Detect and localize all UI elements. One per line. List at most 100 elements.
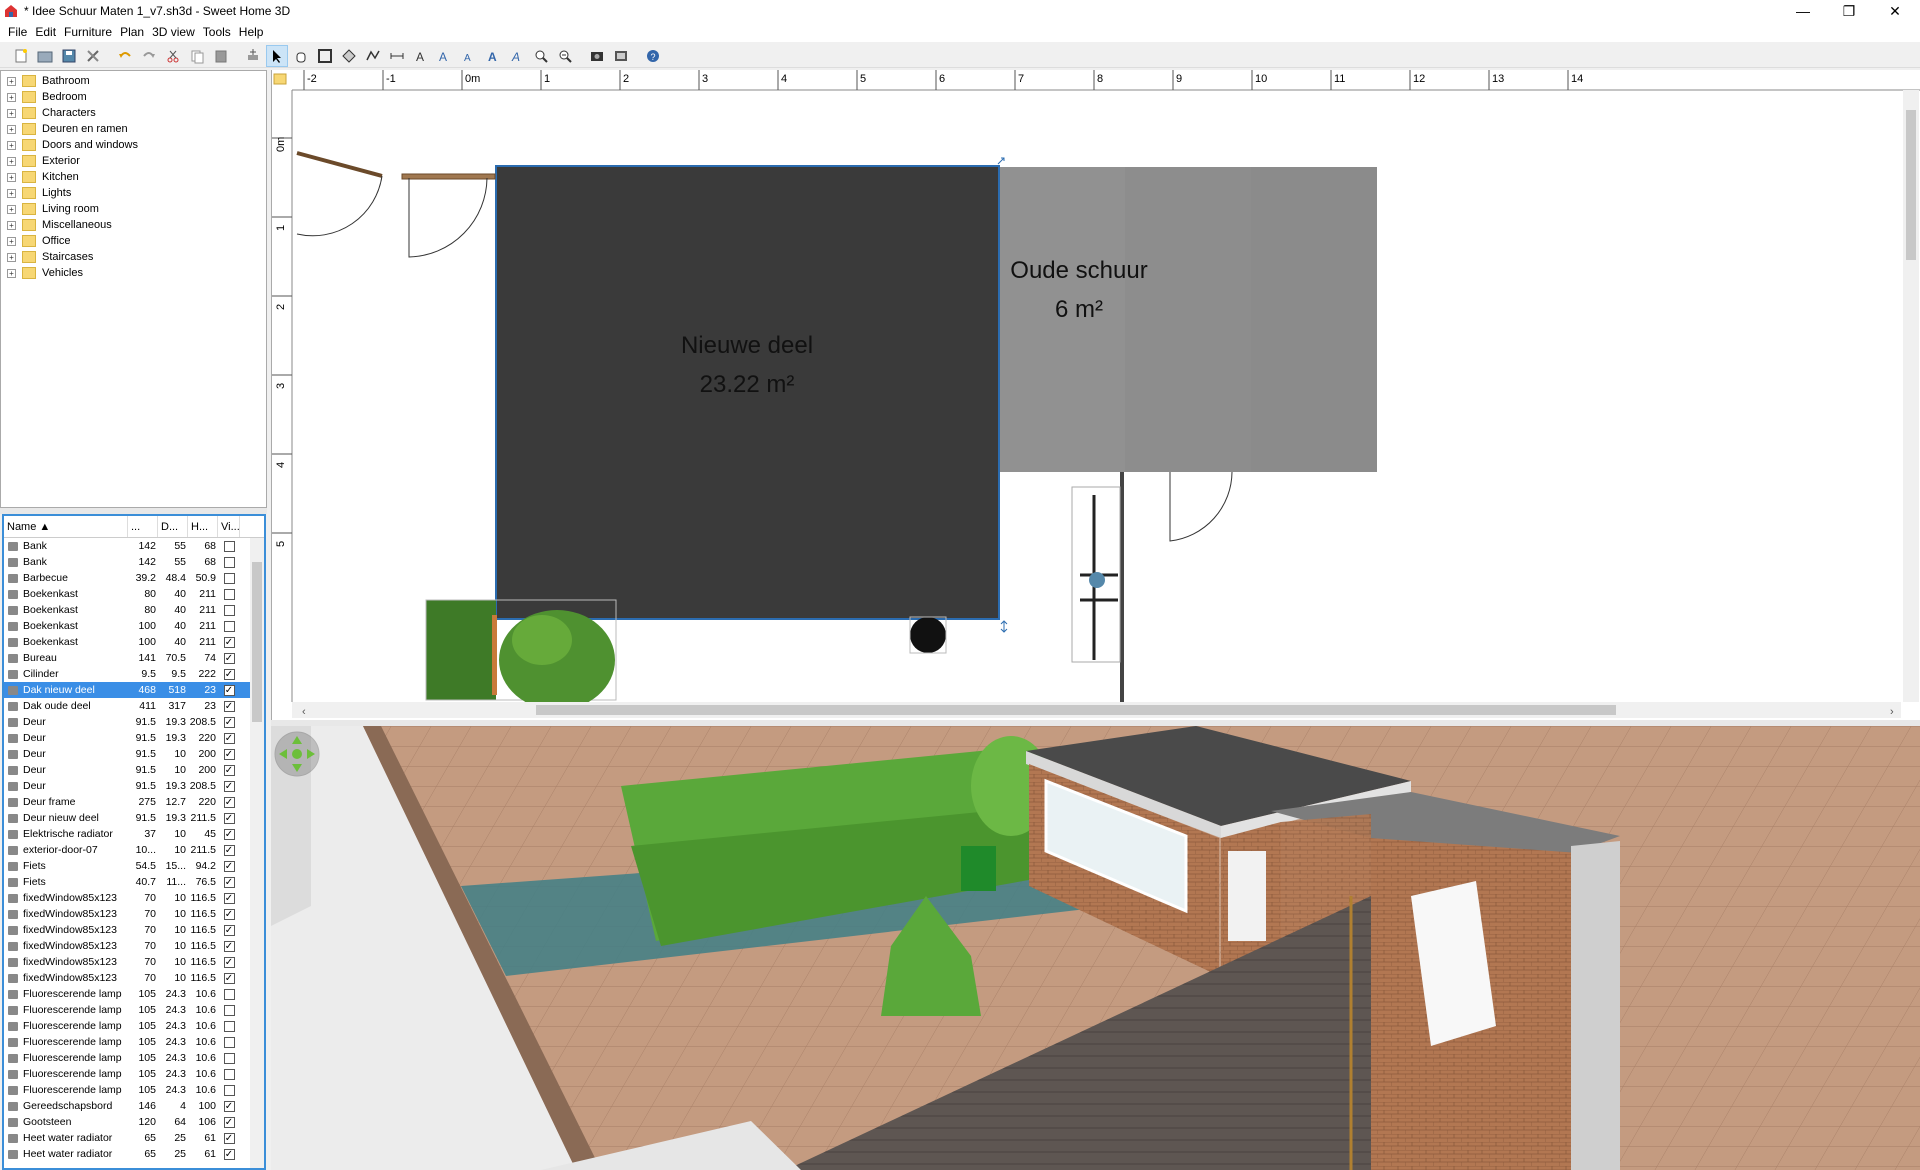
paste-button[interactable] bbox=[210, 45, 232, 67]
visible-checkbox[interactable] bbox=[223, 1004, 235, 1016]
column-depth[interactable]: D... bbox=[158, 516, 188, 537]
open-button[interactable] bbox=[34, 45, 56, 67]
visible-checkbox[interactable] bbox=[223, 572, 235, 584]
redo-button[interactable] bbox=[138, 45, 160, 67]
furniture-row[interactable]: fixedWindow85x123 70 10 116.5 ✓ bbox=[4, 970, 264, 986]
create-photo-button[interactable] bbox=[586, 45, 608, 67]
visible-checkbox[interactable]: ✓ bbox=[223, 764, 235, 776]
increase-text-button[interactable]: A bbox=[434, 45, 456, 67]
furniture-row[interactable]: fixedWindow85x123 70 10 116.5 ✓ bbox=[4, 954, 264, 970]
visible-checkbox[interactable]: ✓ bbox=[223, 748, 235, 760]
visible-checkbox[interactable] bbox=[223, 988, 235, 1000]
furniture-row[interactable]: Heet water radiator 65 25 61 ✓ bbox=[4, 1146, 264, 1162]
furniture-row[interactable]: Bureau 141 70.5 74 ✓ bbox=[4, 650, 264, 666]
create-walls-button[interactable] bbox=[314, 45, 336, 67]
catalog-category[interactable]: + Exterior bbox=[1, 153, 266, 169]
scroll-right-icon[interactable]: › bbox=[1890, 706, 1894, 718]
zoom-in-button[interactable] bbox=[530, 45, 552, 67]
expand-icon[interactable]: + bbox=[7, 172, 16, 182]
visible-checkbox[interactable]: ✓ bbox=[223, 1132, 235, 1144]
visible-checkbox[interactable]: ✓ bbox=[223, 1148, 235, 1160]
furniture-row[interactable]: Cilinder 9.5 9.5 222 ✓ bbox=[4, 666, 264, 682]
catalog-category[interactable]: + Miscellaneous bbox=[1, 217, 266, 233]
catalog-category[interactable]: + Vehicles bbox=[1, 265, 266, 281]
pan-mode-button[interactable] bbox=[290, 45, 312, 67]
visible-checkbox[interactable]: ✓ bbox=[223, 892, 235, 904]
visible-checkbox[interactable]: ✓ bbox=[223, 812, 235, 824]
expand-icon[interactable]: + bbox=[7, 236, 16, 246]
visible-checkbox[interactable] bbox=[223, 556, 235, 568]
visible-checkbox[interactable]: ✓ bbox=[223, 844, 235, 856]
plan-canvas[interactable]: -2 -1 0m 1 2 3 4 5 6 7 8 9 10 11 12 13 14 0m12345 Oude s… bbox=[272, 70, 1920, 720]
plan-view[interactable]: -2 -1 0m 1 2 3 4 5 6 7 8 9 10 11 12 13 14 0m 1 2 3 4 5 Oude s… bbox=[271, 70, 1920, 720]
create-polylines-button[interactable] bbox=[362, 45, 384, 67]
visible-checkbox[interactable]: ✓ bbox=[223, 940, 235, 952]
visible-checkbox[interactable] bbox=[223, 1020, 235, 1032]
visible-checkbox[interactable] bbox=[223, 1084, 235, 1096]
3d-canvas[interactable] bbox=[271, 726, 1920, 1170]
select-mode-button[interactable] bbox=[266, 44, 288, 67]
zoom-out-button[interactable] bbox=[554, 45, 576, 67]
minimize-button[interactable]: — bbox=[1780, 0, 1826, 22]
menu-plan[interactable]: Plan bbox=[116, 25, 148, 39]
furniture-row[interactable]: Fiets 40.7 11... 76.5 ✓ bbox=[4, 874, 264, 890]
menu-tools[interactable]: Tools bbox=[199, 25, 235, 39]
door-plan-3[interactable] bbox=[1169, 471, 1233, 542]
furniture-row[interactable]: Barbecue 39.2 48.4 50.9 bbox=[4, 570, 264, 586]
furniture-row[interactable]: Dak oude deel 411 317 23 ✓ bbox=[4, 698, 264, 714]
furniture-row[interactable]: Fluorescerende lamp 105 24.3 10.6 bbox=[4, 1066, 264, 1082]
catalog-category[interactable]: + Bedroom bbox=[1, 89, 266, 105]
visible-checkbox[interactable]: ✓ bbox=[223, 652, 235, 664]
visible-checkbox[interactable]: ✓ bbox=[223, 780, 235, 792]
furniture-row[interactable]: Fluorescerende lamp 105 24.3 10.6 bbox=[4, 1018, 264, 1034]
furniture-row[interactable]: Fluorescerende lamp 105 24.3 10.6 bbox=[4, 1082, 264, 1098]
expand-icon[interactable]: + bbox=[7, 140, 16, 150]
visible-checkbox[interactable] bbox=[223, 620, 235, 632]
cylinder-plan[interactable] bbox=[910, 617, 946, 653]
visible-checkbox[interactable]: ✓ bbox=[223, 700, 235, 712]
visible-checkbox[interactable]: ✓ bbox=[223, 796, 235, 808]
furniture-row[interactable]: Fluorescerende lamp 105 24.3 10.6 bbox=[4, 1050, 264, 1066]
furniture-row[interactable]: Deur 91.5 19.3 208.5 ✓ bbox=[4, 778, 264, 794]
decrease-text-button[interactable]: A bbox=[458, 45, 480, 67]
menu-edit[interactable]: Edit bbox=[31, 25, 60, 39]
furniture-row[interactable]: fixedWindow85x123 70 10 116.5 ✓ bbox=[4, 906, 264, 922]
italic-text-button[interactable]: A bbox=[506, 45, 528, 67]
visible-checkbox[interactable]: ✓ bbox=[223, 860, 235, 872]
cut-button[interactable] bbox=[162, 45, 184, 67]
furniture-row[interactable]: Deur 91.5 10 200 ✓ bbox=[4, 746, 264, 762]
furniture-row[interactable]: Dak nieuw deel 468 518 23 ✓ bbox=[4, 682, 264, 698]
catalog-category[interactable]: + Bathroom bbox=[1, 73, 266, 89]
visible-checkbox[interactable]: ✓ bbox=[223, 1100, 235, 1112]
furniture-row[interactable]: Elektrische radiator 37 10 45 ✓ bbox=[4, 826, 264, 842]
plan-vertical-scroll-thumb[interactable] bbox=[1906, 110, 1916, 260]
menu-file[interactable]: File bbox=[4, 25, 31, 39]
furniture-list-scroll-thumb[interactable] bbox=[252, 562, 262, 722]
door-plan-2[interactable] bbox=[401, 173, 496, 180]
catalog-category[interactable]: + Office bbox=[1, 233, 266, 249]
visible-checkbox[interactable] bbox=[223, 1052, 235, 1064]
column-width[interactable]: ... bbox=[128, 516, 158, 537]
menu-furniture[interactable]: Furniture bbox=[60, 25, 116, 39]
catalog-category[interactable]: + Lights bbox=[1, 185, 266, 201]
furniture-row[interactable]: Boekenkast 100 40 211 ✓ bbox=[4, 634, 264, 650]
furniture-row[interactable]: Fluorescerende lamp 105 24.3 10.6 bbox=[4, 986, 264, 1002]
expand-icon[interactable]: + bbox=[7, 188, 16, 198]
visible-checkbox[interactable] bbox=[223, 540, 235, 552]
hedge-plan-1[interactable] bbox=[426, 600, 496, 700]
create-labels-button[interactable]: A bbox=[410, 45, 432, 67]
create-rooms-button[interactable] bbox=[338, 45, 360, 67]
visible-checkbox[interactable]: ✓ bbox=[223, 972, 235, 984]
expand-icon[interactable]: + bbox=[7, 252, 16, 262]
furniture-row[interactable]: Deur 91.5 19.3 208.5 ✓ bbox=[4, 714, 264, 730]
visible-checkbox[interactable]: ✓ bbox=[223, 908, 235, 920]
furniture-row[interactable]: Heet water radiator 65 25 61 ✓ bbox=[4, 1130, 264, 1146]
3d-view[interactable] bbox=[271, 726, 1920, 1170]
visible-checkbox[interactable]: ✓ bbox=[223, 876, 235, 888]
catalog-category[interactable]: + Deuren en ramen bbox=[1, 121, 266, 137]
visible-checkbox[interactable]: ✓ bbox=[223, 828, 235, 840]
restore-button[interactable]: ❐ bbox=[1826, 0, 1872, 22]
visible-checkbox[interactable] bbox=[223, 1036, 235, 1048]
copy-button[interactable] bbox=[186, 45, 208, 67]
furniture-row[interactable]: Bank 142 55 68 bbox=[4, 554, 264, 570]
